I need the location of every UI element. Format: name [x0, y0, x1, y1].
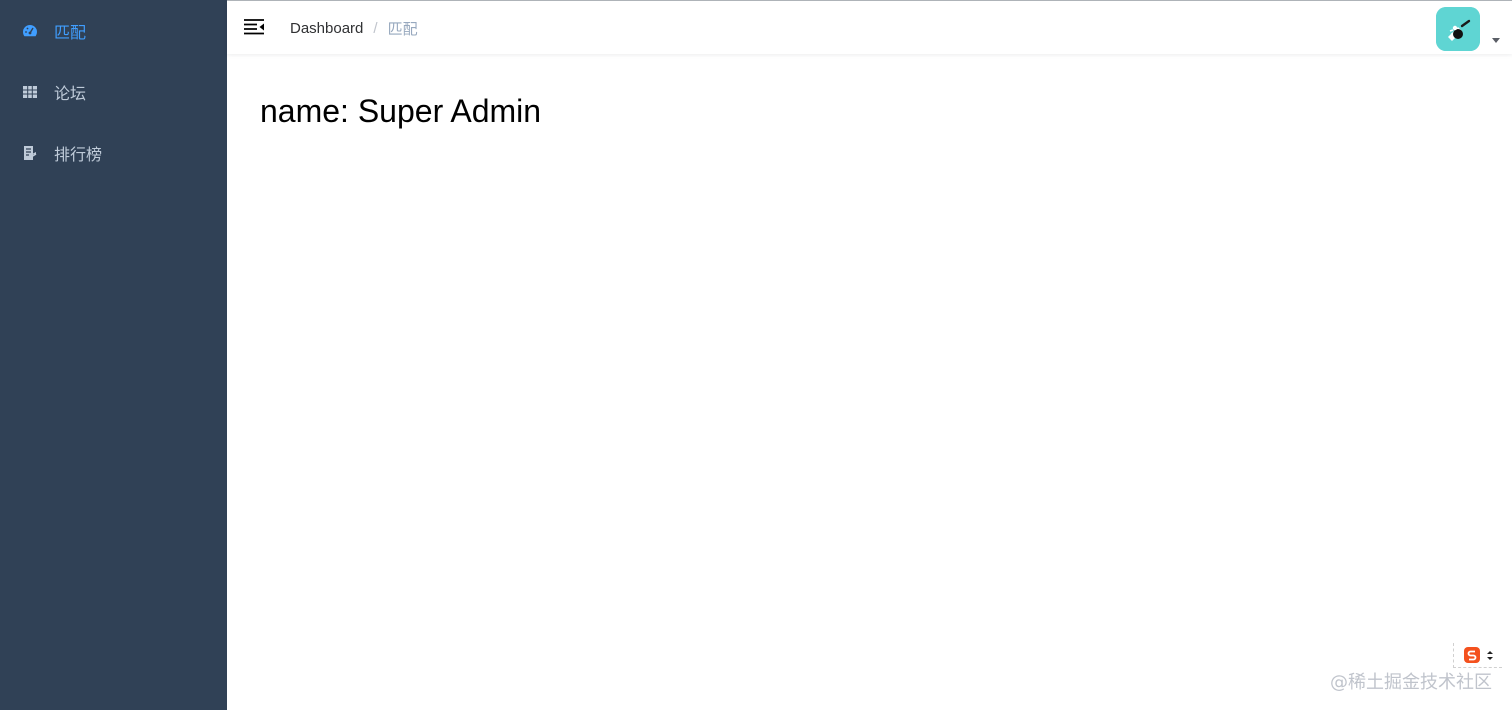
caret-down-icon[interactable]: [1492, 38, 1500, 43]
sidebar: 匹配 论坛 排行榜: [0, 0, 227, 710]
sidebar-item-label: 排行榜: [54, 146, 103, 164]
sidebar-item-ranking[interactable]: 排行榜: [0, 122, 227, 183]
ime-widget[interactable]: [1453, 643, 1502, 668]
main-content: name: Super Admin: [227, 54, 1512, 710]
watermark: @稀土掘金技术社区: [1330, 672, 1492, 693]
sidebar-item-forum[interactable]: 论坛: [0, 61, 227, 122]
dashboard-icon: [21, 22, 39, 40]
breadcrumb-dashboard-link[interactable]: Dashboard: [290, 20, 363, 37]
sidebar-item-label: 论坛: [54, 85, 87, 103]
breadcrumb: Dashboard / 匹配: [290, 18, 418, 39]
sidebar-item-label: 匹配: [54, 24, 87, 42]
breadcrumb-current: 匹配: [387, 21, 418, 38]
hamburger-menu-icon[interactable]: [243, 16, 265, 38]
sidebar-item-match[interactable]: 匹配: [0, 0, 227, 61]
form-icon: [21, 144, 39, 162]
navbar: Dashboard / 匹配: [227, 0, 1512, 54]
user-name-heading: name: Super Admin: [260, 93, 542, 129]
ime-arrows-icon: [1487, 650, 1493, 660]
table-grid-icon: [21, 83, 39, 101]
avatar[interactable]: [1436, 7, 1480, 51]
breadcrumb-separator: /: [373, 20, 378, 37]
sogou-ime-icon: [1463, 646, 1481, 664]
